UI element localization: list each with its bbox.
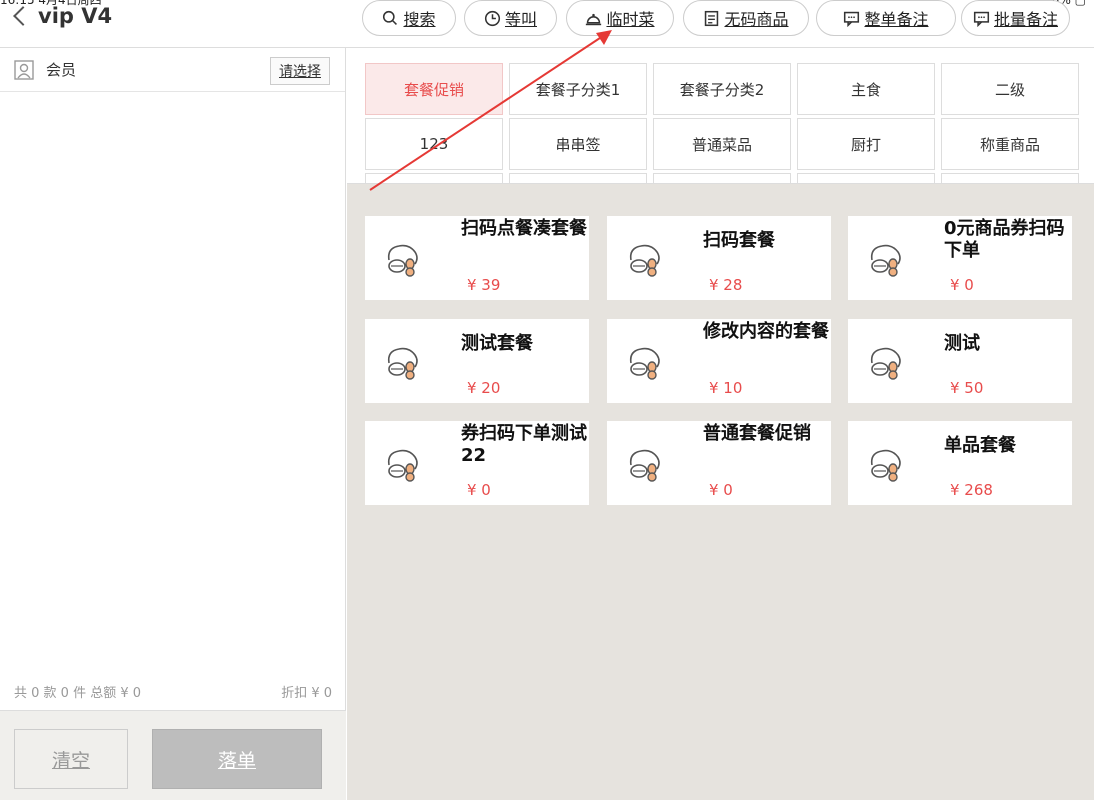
pos-app: 16:15 4月4日周四 令 88% ▢ vip V4 搜索 等叫 临时菜 无码… [0,0,1094,800]
category-tab[interactable]: 厨打 [797,118,935,170]
order-note-button-label: 整单备注 [864,10,929,29]
category-tab[interactable]: 套餐子分类1 [509,63,647,115]
temp-dish-button[interactable]: 临时菜 [566,0,674,36]
top-bar: 16:15 4月4日周四 令 88% ▢ vip V4 搜索 等叫 临时菜 无码… [0,0,1094,48]
chevron-left-icon [13,6,33,26]
product-card[interactable]: 修改内容的套餐 ¥ 10 [607,319,831,403]
order-summary: 共 0 款 0 件 总额 ¥ 0 折扣 ¥ 0 [0,682,346,708]
food-icon [870,449,901,482]
order-total: 共 0 款 0 件 总额 ¥ 0 [14,686,142,701]
place-order-button[interactable]: 落单 [152,729,322,789]
order-panel: 会员 请选择 共 0 款 0 件 总额 ¥ 0 折扣 ¥ 0 清空 落单 [0,48,346,800]
list-icon [705,10,719,26]
clock-icon [484,10,501,26]
product-name: 测试 [944,333,980,354]
search-button-label: 搜索 [403,10,436,29]
comment-icon [973,11,990,27]
category-tab[interactable]: 二级 [941,63,1079,115]
member-label: 会员 [46,61,77,79]
product-price: ¥ 268 [950,481,993,499]
food-icon [387,449,418,482]
no-code-item-button-label: 无码商品 [724,10,789,29]
category-tab-partial[interactable] [653,173,791,183]
category-tab-partial[interactable] [941,173,1079,183]
category-tab-partial[interactable] [509,173,647,183]
clear-button[interactable]: 清空 [14,729,128,789]
page-title: vip V4 [38,4,113,28]
product-price: ¥ 0 [709,481,733,499]
category-tab[interactable]: 套餐促销 [365,63,503,115]
batch-note-button[interactable]: 批量备注 [961,0,1070,36]
no-code-item-button[interactable]: 无码商品 [683,0,809,36]
product-price: ¥ 0 [467,481,491,499]
product-price: ¥ 28 [709,276,743,294]
food-icon [387,244,418,277]
product-price: ¥ 39 [467,276,501,294]
category-tab-partial[interactable] [365,173,503,183]
user-icon [14,59,34,80]
food-icon [387,347,418,380]
category-tab[interactable]: 主食 [797,63,935,115]
cloche-icon [586,13,602,25]
category-tab[interactable]: 称重商品 [941,118,1079,170]
product-card[interactable]: 普通套餐促销 ¥ 0 [607,421,831,505]
product-name: 修改内容的套餐 [703,321,829,342]
select-member-button[interactable]: 请选择 [270,57,330,85]
food-icon [629,449,660,482]
category-grid: 套餐促销 套餐子分类1 套餐子分类2 主食 二级 123 串串签 普通菜品 厨打… [347,48,1094,184]
product-name: 扫码套餐 [703,230,775,251]
food-icon [629,244,660,277]
order-note-button[interactable]: 整单备注 [816,0,956,36]
product-name: 测试套餐 [461,333,533,354]
product-name: 普通套餐促销 [703,423,811,444]
product-card[interactable]: 单品套餐 ¥ 268 [848,421,1072,505]
back-button[interactable]: vip V4 [13,4,113,28]
product-card[interactable]: 券扫码下单测试22 ¥ 0 [365,421,589,505]
menu-panel: 套餐促销 套餐子分类1 套餐子分类2 主食 二级 123 串串签 普通菜品 厨打… [347,48,1094,800]
search-button[interactable]: 搜索 [362,0,456,36]
batch-note-button-label: 批量备注 [993,10,1058,29]
product-price: ¥ 20 [467,379,501,397]
temp-dish-button-label: 临时菜 [606,10,655,29]
search-icon [383,10,398,25]
product-card[interactable]: 测试套餐 ¥ 20 [365,319,589,403]
wait-call-button[interactable]: 等叫 [464,0,557,36]
category-tab[interactable]: 串串签 [509,118,647,170]
category-tab-partial[interactable] [797,173,935,183]
member-row: 会员 请选择 [0,48,345,92]
food-icon [870,347,901,380]
product-card[interactable]: 扫码套餐 ¥ 28 [607,216,831,300]
wait-call-button-label: 等叫 [504,10,537,29]
order-discount: 折扣 ¥ 0 [281,686,332,701]
category-tab[interactable]: 123 [365,118,503,170]
food-icon [629,347,660,380]
product-price: ¥ 10 [709,379,743,397]
product-name: 单品套餐 [944,435,1016,456]
product-name: 0元商品券扫码下单 [944,218,1065,261]
category-tab[interactable]: 套餐子分类2 [653,63,791,115]
product-card[interactable]: 0元商品券扫码下单 ¥ 0 [848,216,1072,300]
product-price: ¥ 50 [950,379,984,397]
product-card[interactable]: 测试 ¥ 50 [848,319,1072,403]
food-icon [870,244,901,277]
product-name: 券扫码下单测试22 [461,423,587,466]
comment-icon [844,11,860,27]
product-name: 扫码点餐凑套餐 [461,218,587,239]
order-actions: 清空 落单 [0,710,346,800]
product-price: ¥ 0 [950,276,974,294]
product-card[interactable]: 扫码点餐凑套餐 ¥ 39 [365,216,589,300]
category-tab[interactable]: 普通菜品 [653,118,791,170]
